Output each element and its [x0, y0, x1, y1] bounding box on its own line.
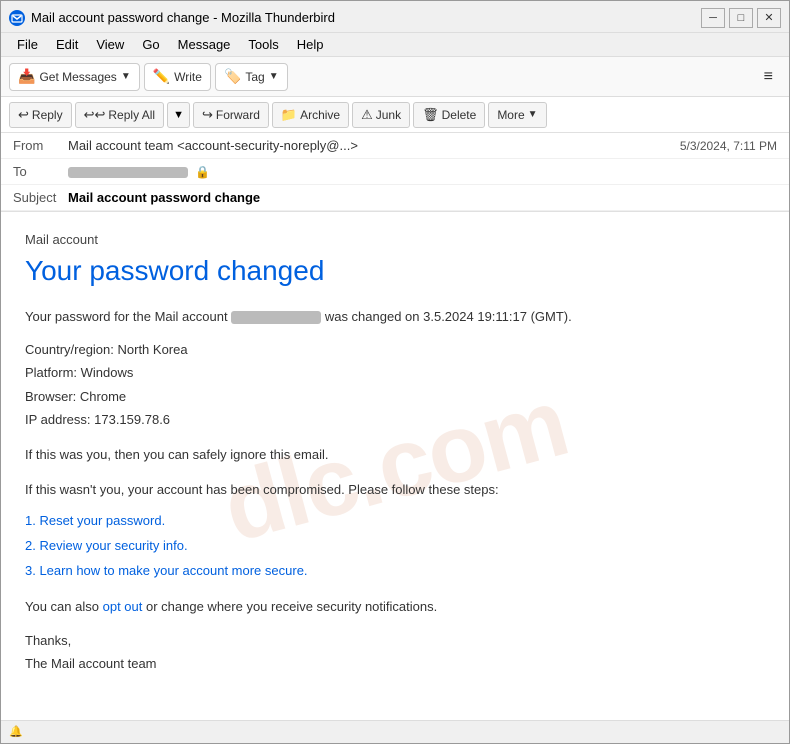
opt-out-pre: You can also [25, 599, 99, 614]
brand-label: Mail account [25, 232, 765, 247]
write-button[interactable]: ✏️ Write [144, 63, 211, 91]
encryption-icon: 🔒 [196, 165, 210, 179]
write-icon: ✏️ [153, 68, 170, 85]
get-messages-arrow[interactable]: ▼ [121, 71, 131, 82]
opt-out-text: You can also opt out or change where you… [25, 599, 765, 614]
get-messages-button[interactable]: 📥 Get Messages ▼ [9, 63, 140, 91]
account-redacted [231, 311, 321, 324]
to-value: 🔒 [68, 164, 777, 179]
close-button[interactable]: ✕ [757, 8, 781, 28]
menu-go[interactable]: Go [134, 35, 167, 54]
menu-bar: File Edit View Go Message Tools Help [1, 33, 789, 57]
email-heading: Your password changed [25, 255, 765, 287]
archive-label: Archive [300, 108, 340, 122]
subject-row: Subject Mail account password change [1, 185, 789, 211]
menu-file[interactable]: File [9, 35, 46, 54]
compromised-text: If this wasn't you, your account has bee… [25, 482, 765, 497]
reply-label: Reply [32, 108, 63, 122]
para1: Your password for the Mail account was c… [25, 307, 765, 328]
menu-tools[interactable]: Tools [240, 35, 286, 54]
delete-label: Delete [442, 108, 477, 122]
title-bar-controls: ─ □ ✕ [701, 8, 781, 28]
junk-button[interactable]: ⚠ Junk [352, 102, 410, 128]
forward-label: Forward [216, 108, 260, 122]
subject-value: Mail account password change [68, 190, 777, 205]
para1-post: was changed on 3.5.2024 19:11:17 (GMT). [325, 309, 572, 324]
tag-button[interactable]: 🏷️ Tag ▼ [215, 63, 288, 91]
reply-all-arrow[interactable]: ▼ [167, 102, 190, 128]
window-title: Mail account password change - Mozilla T… [31, 10, 335, 25]
to-redacted [68, 167, 188, 178]
reply-button[interactable]: ↩ Reply [9, 102, 72, 128]
minimize-button[interactable]: ─ [701, 8, 725, 28]
title-bar-left: Mail account password change - Mozilla T… [9, 10, 335, 26]
steps-list: 1. Reset your password. 2. Review your s… [25, 509, 765, 583]
more-arrow: ▼ [528, 109, 538, 120]
from-value: Mail account team <account-security-nore… [68, 138, 680, 153]
status-bar: 🔔 [1, 720, 789, 742]
hamburger-button[interactable]: ≡ [756, 64, 781, 90]
signature: Thanks, The Mail account team [25, 630, 765, 674]
country-info: Country/region: North Korea [25, 338, 765, 361]
maximize-button[interactable]: □ [729, 8, 753, 28]
title-bar: Mail account password change - Mozilla T… [1, 1, 789, 33]
from-text: Mail account team <account-security-nore… [68, 138, 358, 153]
ip-info: IP address: 173.159.78.6 [25, 408, 765, 431]
team-line: The Mail account team [25, 653, 765, 675]
from-row: From Mail account team <account-security… [1, 133, 789, 159]
get-messages-icon: 📥 [18, 68, 35, 85]
delete-icon: 🗑 [422, 107, 439, 123]
junk-icon: ⚠ [361, 107, 373, 123]
step1[interactable]: 1. Reset your password. [25, 509, 765, 534]
menu-view[interactable]: View [88, 35, 132, 54]
forward-button[interactable]: ↪ Forward [193, 102, 269, 128]
opt-out-post: or change where you receive security not… [146, 599, 437, 614]
menu-message[interactable]: Message [170, 35, 239, 54]
status-icon: 🔔 [9, 725, 23, 738]
step3[interactable]: 3. Learn how to make your account more s… [25, 559, 765, 584]
toolbar: 📥 Get Messages ▼ ✏️ Write 🏷️ Tag ▼ ≡ [1, 57, 789, 97]
more-label: More [497, 108, 524, 122]
email-header: ↩ Reply ↩↩ Reply All ▼ ↪ Forward 📁 Archi… [1, 97, 789, 212]
step2[interactable]: 2. Review your security info. [25, 534, 765, 559]
forward-icon: ↪ [202, 107, 213, 123]
from-label: From [13, 138, 68, 153]
menu-edit[interactable]: Edit [48, 35, 86, 54]
archive-button[interactable]: 📁 Archive [272, 102, 349, 128]
opt-out-link[interactable]: opt out [103, 599, 143, 614]
email-content: Mail account Your password changed Your … [25, 232, 765, 675]
app-icon [9, 10, 25, 26]
date-value: 5/3/2024, 7:11 PM [680, 139, 777, 153]
to-label: To [13, 164, 68, 179]
more-button[interactable]: More ▼ [488, 102, 546, 128]
email-body: dlc.com Mail account Your password chang… [1, 212, 789, 720]
reply-icon: ↩ [18, 107, 29, 123]
tag-arrow[interactable]: ▼ [269, 71, 279, 82]
menu-help[interactable]: Help [289, 35, 332, 54]
tag-label: Tag [245, 70, 264, 84]
thanks-line: Thanks, [25, 630, 765, 652]
ignore-text: If this was you, then you can safely ign… [25, 447, 765, 462]
info-list: Country/region: North Korea Platform: Wi… [25, 338, 765, 432]
reply-all-label: Reply All [108, 108, 155, 122]
para1-pre: Your password for the Mail account [25, 309, 228, 324]
browser-info: Browser: Chrome [25, 385, 765, 408]
archive-icon: 📁 [281, 107, 297, 123]
junk-label: Junk [376, 108, 401, 122]
reply-all-icon: ↩↩ [84, 107, 106, 123]
email-actions-bar: ↩ Reply ↩↩ Reply All ▼ ↪ Forward 📁 Archi… [1, 97, 789, 133]
subject-label: Subject [13, 190, 68, 205]
platform-info: Platform: Windows [25, 361, 765, 384]
tag-icon: 🏷️ [224, 68, 241, 85]
to-row: To 🔒 [1, 159, 789, 185]
delete-button[interactable]: 🗑 Delete [413, 102, 485, 128]
write-label: Write [174, 70, 202, 84]
reply-all-button[interactable]: ↩↩ Reply All [75, 102, 164, 128]
get-messages-label: Get Messages [39, 70, 116, 84]
